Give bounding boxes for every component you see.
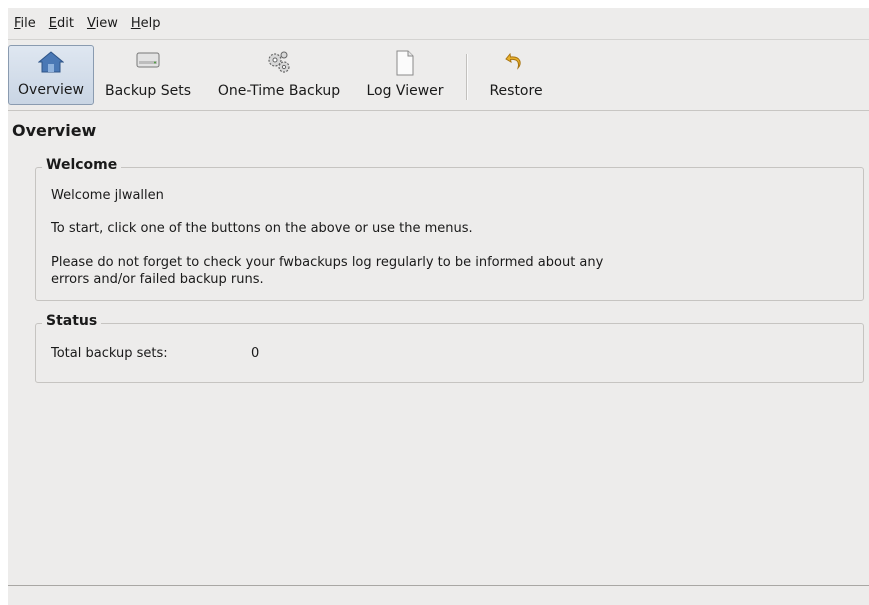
backup-sets-button[interactable]: Backup Sets: [94, 45, 202, 105]
total-backup-sets-value: 0: [251, 346, 260, 361]
menu-edit[interactable]: Edit: [45, 16, 83, 31]
log-viewer-button[interactable]: Log Viewer: [356, 45, 454, 105]
welcome-greeting: Welcome jlwallen: [51, 188, 164, 203]
welcome-heading: Welcome: [42, 157, 122, 173]
undo-arrow-icon: [504, 50, 528, 78]
welcome-reminder-line-1: Please do not forget to check your fwbac…: [51, 255, 604, 270]
backup-sets-button-label: Backup Sets: [104, 83, 192, 99]
restore-button[interactable]: Restore: [480, 45, 552, 105]
welcome-instruction: To start, click one of the buttons on th…: [51, 221, 473, 236]
home-icon: [37, 51, 65, 77]
one-time-backup-button-label: One-Time Backup: [217, 83, 341, 99]
restore-button-label: Restore: [489, 83, 543, 99]
statusbar: [8, 586, 869, 605]
menu-help[interactable]: Help: [127, 16, 170, 31]
drive-icon: [135, 50, 161, 74]
menu-file[interactable]: File: [10, 16, 45, 31]
overview-button-label: Overview: [18, 82, 84, 98]
menubar: File Edit View Help: [8, 8, 869, 40]
welcome-reminder-line-2: errors and/or failed backup runs.: [51, 272, 264, 287]
one-time-backup-button[interactable]: One-Time Backup: [202, 45, 356, 105]
document-icon: [394, 50, 416, 80]
overview-button[interactable]: Overview: [8, 45, 94, 105]
status-frame: Status Total backup sets: 0: [35, 313, 864, 383]
total-backup-sets-label: Total backup sets:: [51, 346, 168, 361]
welcome-frame: Welcome Welcome jlwallen To start, click…: [35, 157, 864, 301]
overview-panel: Overview Welcome Welcome jlwallen To sta…: [8, 111, 869, 586]
status-heading: Status: [42, 313, 102, 329]
gears-icon: [266, 50, 292, 78]
menu-view[interactable]: View: [83, 16, 127, 31]
toolbar-separator: [466, 54, 468, 100]
log-viewer-button-label: Log Viewer: [366, 83, 444, 99]
app-window: File Edit View Help Overview Backup Sets…: [8, 8, 869, 605]
page-title: Overview: [12, 121, 97, 140]
toolbar: Overview Backup Sets One-Time Backup Log…: [8, 40, 869, 111]
